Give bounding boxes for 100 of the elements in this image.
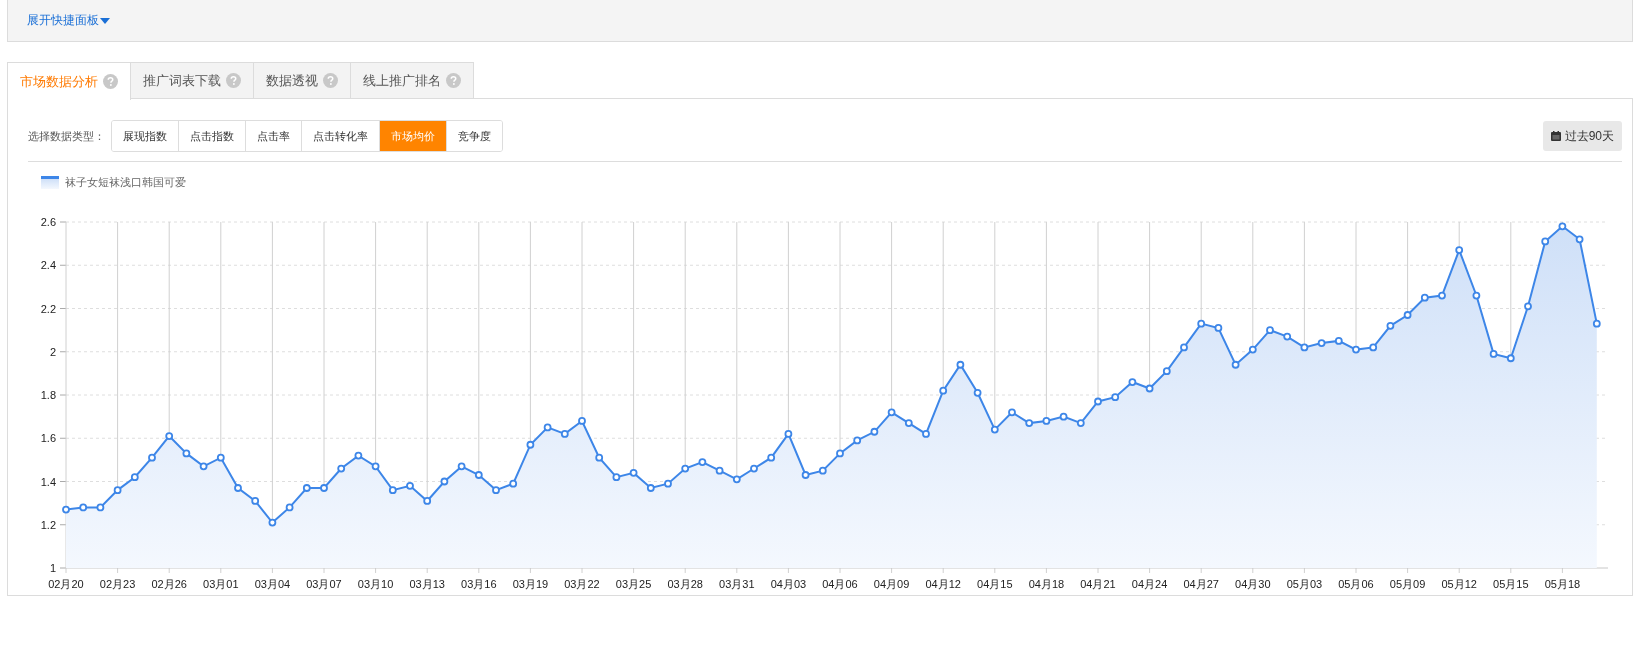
data-point bbox=[1541, 237, 1550, 246]
x-axis-label: 05月06 bbox=[1338, 578, 1374, 590]
data-point bbox=[492, 486, 500, 495]
data-point bbox=[646, 484, 655, 492]
period-button[interactable]: 过去90天 bbox=[1542, 121, 1622, 151]
data-point bbox=[784, 430, 793, 438]
data-point bbox=[1231, 360, 1240, 369]
data-point bbox=[612, 473, 621, 482]
data-point bbox=[1420, 293, 1429, 302]
x-axis-label: 05月12 bbox=[1441, 578, 1477, 590]
data-point bbox=[560, 430, 569, 438]
x-axis-label: 04月30 bbox=[1235, 578, 1271, 590]
data-point bbox=[629, 468, 638, 477]
data-point bbox=[1317, 339, 1326, 347]
data-point bbox=[1059, 412, 1068, 421]
data-point bbox=[1008, 408, 1016, 417]
x-axis-label: 03月22 bbox=[564, 578, 600, 590]
x-axis-label: 02月26 bbox=[151, 578, 187, 590]
data-point bbox=[1128, 378, 1137, 386]
data-point bbox=[1162, 367, 1171, 376]
data-point bbox=[268, 518, 277, 527]
data-type-option[interactable]: 竞争度 bbox=[446, 121, 502, 151]
data-point bbox=[1455, 246, 1464, 254]
y-axis-label: 2.6 bbox=[40, 216, 56, 228]
data-point bbox=[165, 432, 174, 440]
data-point bbox=[182, 449, 191, 458]
x-axis-label: 04月18 bbox=[1028, 578, 1065, 590]
data-point bbox=[1214, 324, 1223, 332]
help-icon bbox=[446, 73, 461, 88]
data-point bbox=[732, 475, 741, 484]
data-point bbox=[371, 462, 380, 471]
data-point bbox=[1076, 419, 1085, 427]
x-axis-label: 05月09 bbox=[1389, 578, 1426, 590]
x-axis-label: 04月06 bbox=[822, 578, 858, 590]
data-point bbox=[423, 497, 432, 505]
data-point bbox=[320, 484, 328, 492]
x-axis-label: 03月19 bbox=[512, 578, 549, 590]
x-axis-label: 04月27 bbox=[1183, 578, 1219, 590]
data-point bbox=[1592, 319, 1601, 328]
x-axis-label: 04月03 bbox=[770, 578, 807, 590]
x-axis-label: 04月09 bbox=[873, 578, 910, 590]
data-point bbox=[406, 481, 414, 490]
data-point bbox=[234, 484, 242, 492]
data-point bbox=[130, 473, 139, 482]
x-axis-label: 05月15 bbox=[1493, 578, 1529, 590]
data-point bbox=[1369, 343, 1378, 352]
y-axis-label: 1.4 bbox=[40, 475, 56, 488]
data-point bbox=[1506, 354, 1515, 363]
x-axis-label: 03月10 bbox=[357, 578, 394, 590]
data-point bbox=[973, 388, 982, 397]
data-point bbox=[922, 430, 930, 438]
data-point bbox=[1575, 235, 1584, 244]
data-point bbox=[1283, 332, 1292, 341]
data-point bbox=[1472, 291, 1481, 300]
y-axis-label: 1.6 bbox=[40, 432, 56, 445]
data-point bbox=[1524, 302, 1532, 311]
data-point bbox=[251, 497, 260, 505]
x-axis-label: 03月25 bbox=[615, 578, 652, 590]
data-point bbox=[1248, 345, 1257, 354]
legend-label: 袜子女短袜浅口韩国可爱 bbox=[65, 174, 186, 190]
data-point bbox=[113, 486, 122, 495]
data-point bbox=[440, 477, 449, 486]
data-point bbox=[474, 471, 483, 479]
data-point bbox=[354, 451, 363, 460]
tab[interactable]: 数据透视 bbox=[254, 62, 351, 98]
data-point bbox=[1438, 291, 1446, 300]
x-axis-label: 03月16 bbox=[461, 578, 497, 590]
data-point bbox=[199, 462, 208, 471]
x-axis-label: 03月04 bbox=[254, 578, 291, 590]
data-point bbox=[818, 466, 827, 475]
data-point bbox=[148, 453, 156, 462]
x-axis-label: 03月13 bbox=[409, 578, 445, 590]
data-point bbox=[698, 458, 707, 466]
data-point bbox=[595, 453, 604, 462]
data-point bbox=[1558, 222, 1567, 231]
data-point bbox=[1334, 337, 1343, 345]
y-axis-label: 1 bbox=[49, 562, 56, 574]
x-axis-label: 03月07 bbox=[306, 578, 342, 590]
caret-icon bbox=[100, 17, 110, 24]
help-icon bbox=[103, 74, 118, 89]
data-point bbox=[526, 440, 535, 449]
data-point bbox=[853, 436, 862, 445]
data-point bbox=[836, 449, 844, 458]
tab[interactable]: 推广词表下载 bbox=[131, 62, 254, 98]
x-axis-label: 04月21 bbox=[1080, 578, 1116, 590]
calendar-icon bbox=[1550, 131, 1561, 141]
help-icon bbox=[226, 73, 241, 88]
expand-quick-panel-link[interactable]: 展开快捷面板 bbox=[27, 12, 110, 29]
x-axis-label: 03月01 bbox=[203, 578, 239, 590]
tab[interactable]: 线上推广排名 bbox=[351, 62, 474, 98]
data-point bbox=[870, 427, 879, 436]
data-point bbox=[1111, 393, 1120, 402]
y-axis-label: 2.4 bbox=[40, 259, 56, 272]
data-point bbox=[939, 386, 948, 395]
data-point bbox=[664, 479, 672, 488]
data-point bbox=[1145, 384, 1154, 393]
data-point bbox=[457, 462, 466, 471]
y-axis-label: 1.8 bbox=[40, 389, 56, 401]
x-axis-label: 02月23 bbox=[99, 578, 136, 590]
data-point bbox=[509, 479, 518, 488]
